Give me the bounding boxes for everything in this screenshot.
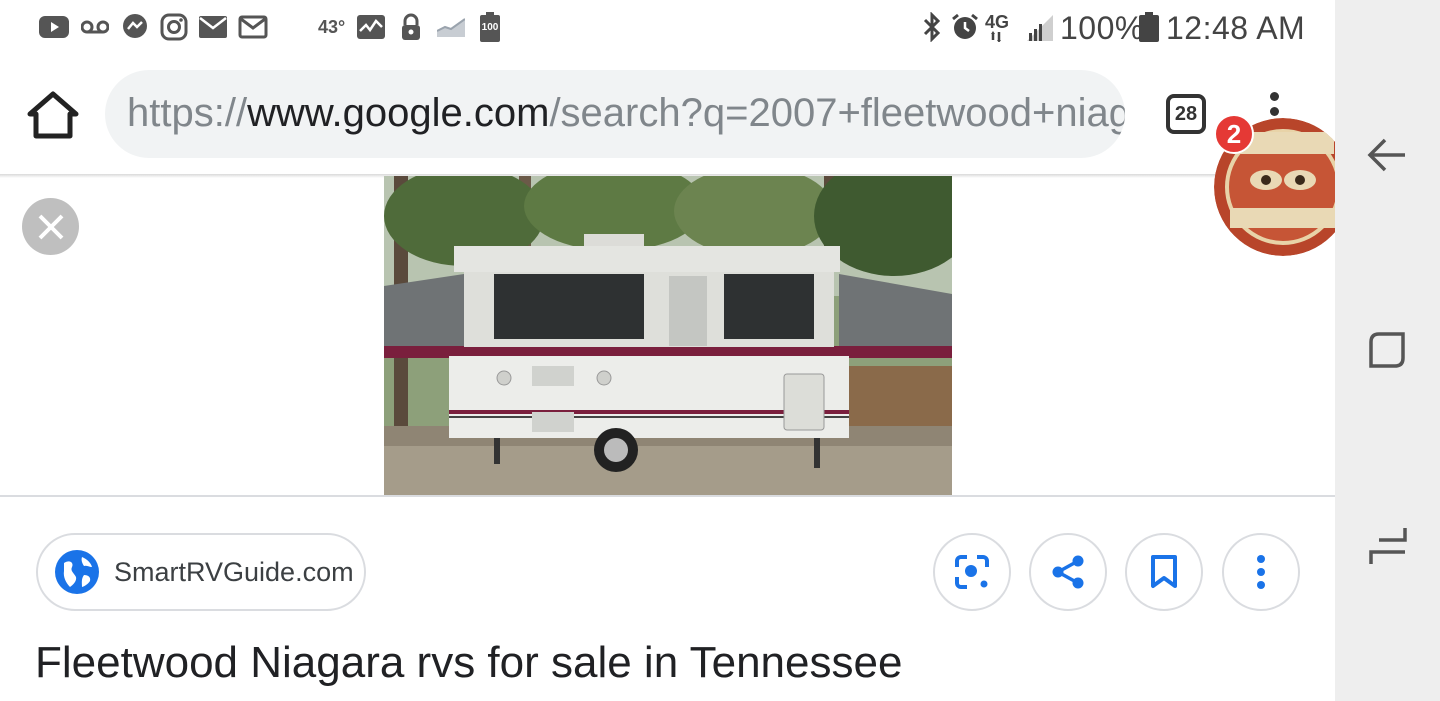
back-arrow-icon <box>1367 138 1405 172</box>
back-button[interactable] <box>1365 132 1411 178</box>
temperature-text: 43° <box>318 17 346 37</box>
url-bar[interactable]: https://www.google.com/search?q=2007+fle… <box>105 70 1125 158</box>
home-nav-button[interactable] <box>1365 328 1411 374</box>
instagram-icon <box>159 12 189 42</box>
globe-icon <box>55 550 99 594</box>
battery-percent: 100% <box>1060 10 1144 46</box>
url-host: www.google.com <box>247 91 550 135</box>
camper-photo <box>384 176 952 495</box>
url-text[interactable]: https://www.google.com/search?q=2007+fle… <box>127 91 1125 136</box>
source-link[interactable]: SmartRVGuide.com <box>36 533 366 611</box>
result-title[interactable]: Fleetwood Niagara rvs for sale in Tennes… <box>35 638 902 688</box>
more-vert-icon <box>1257 555 1265 589</box>
menu-dot-icon <box>1269 92 1279 101</box>
lens-search-button[interactable] <box>933 533 1011 611</box>
battery-notice-text: 100 <box>481 22 499 33</box>
menu-dot-icon <box>1269 107 1279 116</box>
url-path: /search?q=2007+fleetwood+niag <box>549 91 1125 135</box>
share-icon <box>1052 555 1084 589</box>
result-image[interactable] <box>384 176 952 495</box>
image-divider <box>0 495 1335 497</box>
bluetooth-icon <box>920 12 944 42</box>
alarm-icon <box>950 12 980 42</box>
square-icon <box>1369 332 1405 368</box>
network-icon: 4G <box>985 12 1021 42</box>
tab-count: 28 <box>1174 102 1198 125</box>
home-button[interactable] <box>26 90 80 140</box>
home-icon <box>27 91 79 139</box>
close-button[interactable] <box>22 198 79 255</box>
mail-outline-icon <box>237 12 269 42</box>
recents-icon <box>1369 528 1407 564</box>
mail-icon <box>198 12 228 42</box>
source-name: SmartRVGuide.com <box>114 556 354 587</box>
status-bar: 43° 100 4G 100% 12:48 AM <box>0 0 1335 56</box>
share-button[interactable] <box>1029 533 1107 611</box>
signal-strength-icon <box>436 12 466 42</box>
clock-time: 12:48 AM <box>1166 10 1306 46</box>
recents-button[interactable] <box>1365 524 1411 570</box>
activity-icon <box>356 12 386 42</box>
tab-switcher-button[interactable]: 28 <box>1166 94 1206 134</box>
more-options-button[interactable] <box>1222 533 1300 611</box>
lens-icon <box>955 555 989 589</box>
battery-icon <box>1138 12 1160 42</box>
close-icon <box>38 214 63 239</box>
bookmark-icon <box>1151 555 1177 588</box>
voicemail-icon <box>80 12 110 42</box>
url-scheme: https:// <box>127 91 248 135</box>
notification-badge: 2 <box>1214 114 1254 154</box>
bookmark-button[interactable] <box>1125 533 1203 611</box>
signal-icon <box>1024 12 1054 42</box>
youtube-icon <box>38 12 70 42</box>
system-nav-bar <box>1335 0 1440 701</box>
browser-toolbar: https://www.google.com/search?q=2007+fle… <box>0 56 1335 176</box>
lock-icon <box>399 12 423 42</box>
messenger-icon <box>120 12 150 42</box>
